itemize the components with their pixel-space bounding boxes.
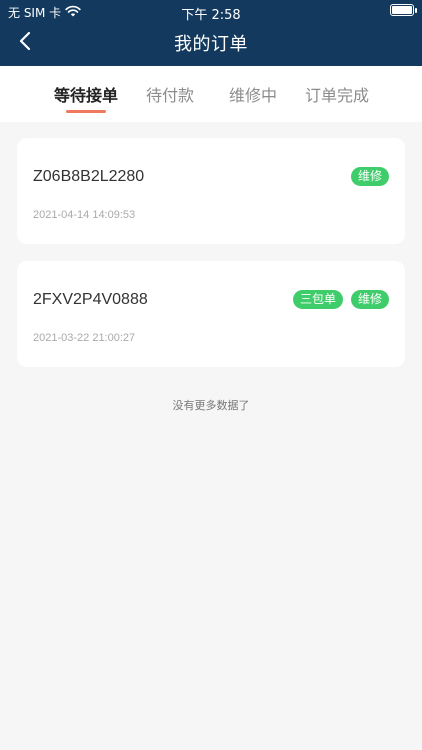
tab-waiting[interactable]: 等待接单 xyxy=(54,82,118,106)
tab-repairing[interactable]: 维修中 xyxy=(229,82,277,106)
order-tabs: 等待接单 待付款 维修中 订单完成 xyxy=(0,66,422,122)
header-bar: 无 SIM 卡 下午 2:58 我的订单 xyxy=(0,0,422,66)
order-card[interactable]: Z06B8B2L2280 维修 2021-04-14 14:09:53 xyxy=(17,138,405,244)
order-badges: 三包单 维修 xyxy=(292,290,389,309)
order-badges: 维修 xyxy=(350,167,389,186)
warranty-badge: 三包单 xyxy=(292,290,343,309)
battery-icon xyxy=(390,4,417,16)
order-number: 2FXV2P4V0888 xyxy=(33,291,148,308)
status-bar: 无 SIM 卡 下午 2:58 xyxy=(0,0,422,23)
active-tab-indicator xyxy=(66,110,106,113)
order-date: 2021-03-22 21:00:27 xyxy=(33,332,136,344)
order-card[interactable]: 2FXV2P4V0888 三包单 维修 2021-03-22 21:00:27 xyxy=(17,261,405,367)
page-title: 我的订单 xyxy=(174,34,248,55)
tab-completed[interactable]: 订单完成 xyxy=(305,82,369,106)
order-number: Z06B8B2L2280 xyxy=(33,168,145,185)
back-arrow-icon xyxy=(18,31,32,55)
no-more-data-text: 没有更多数据了 xyxy=(172,399,250,412)
tab-pending-payment[interactable]: 待付款 xyxy=(146,82,194,106)
status-time: 下午 2:58 xyxy=(181,8,241,23)
repair-badge: 维修 xyxy=(350,290,389,309)
repair-badge: 维修 xyxy=(350,167,389,186)
order-date: 2021-04-14 14:09:53 xyxy=(33,209,136,221)
nav-row: 我的订单 xyxy=(0,26,422,60)
back-button[interactable] xyxy=(10,28,40,58)
